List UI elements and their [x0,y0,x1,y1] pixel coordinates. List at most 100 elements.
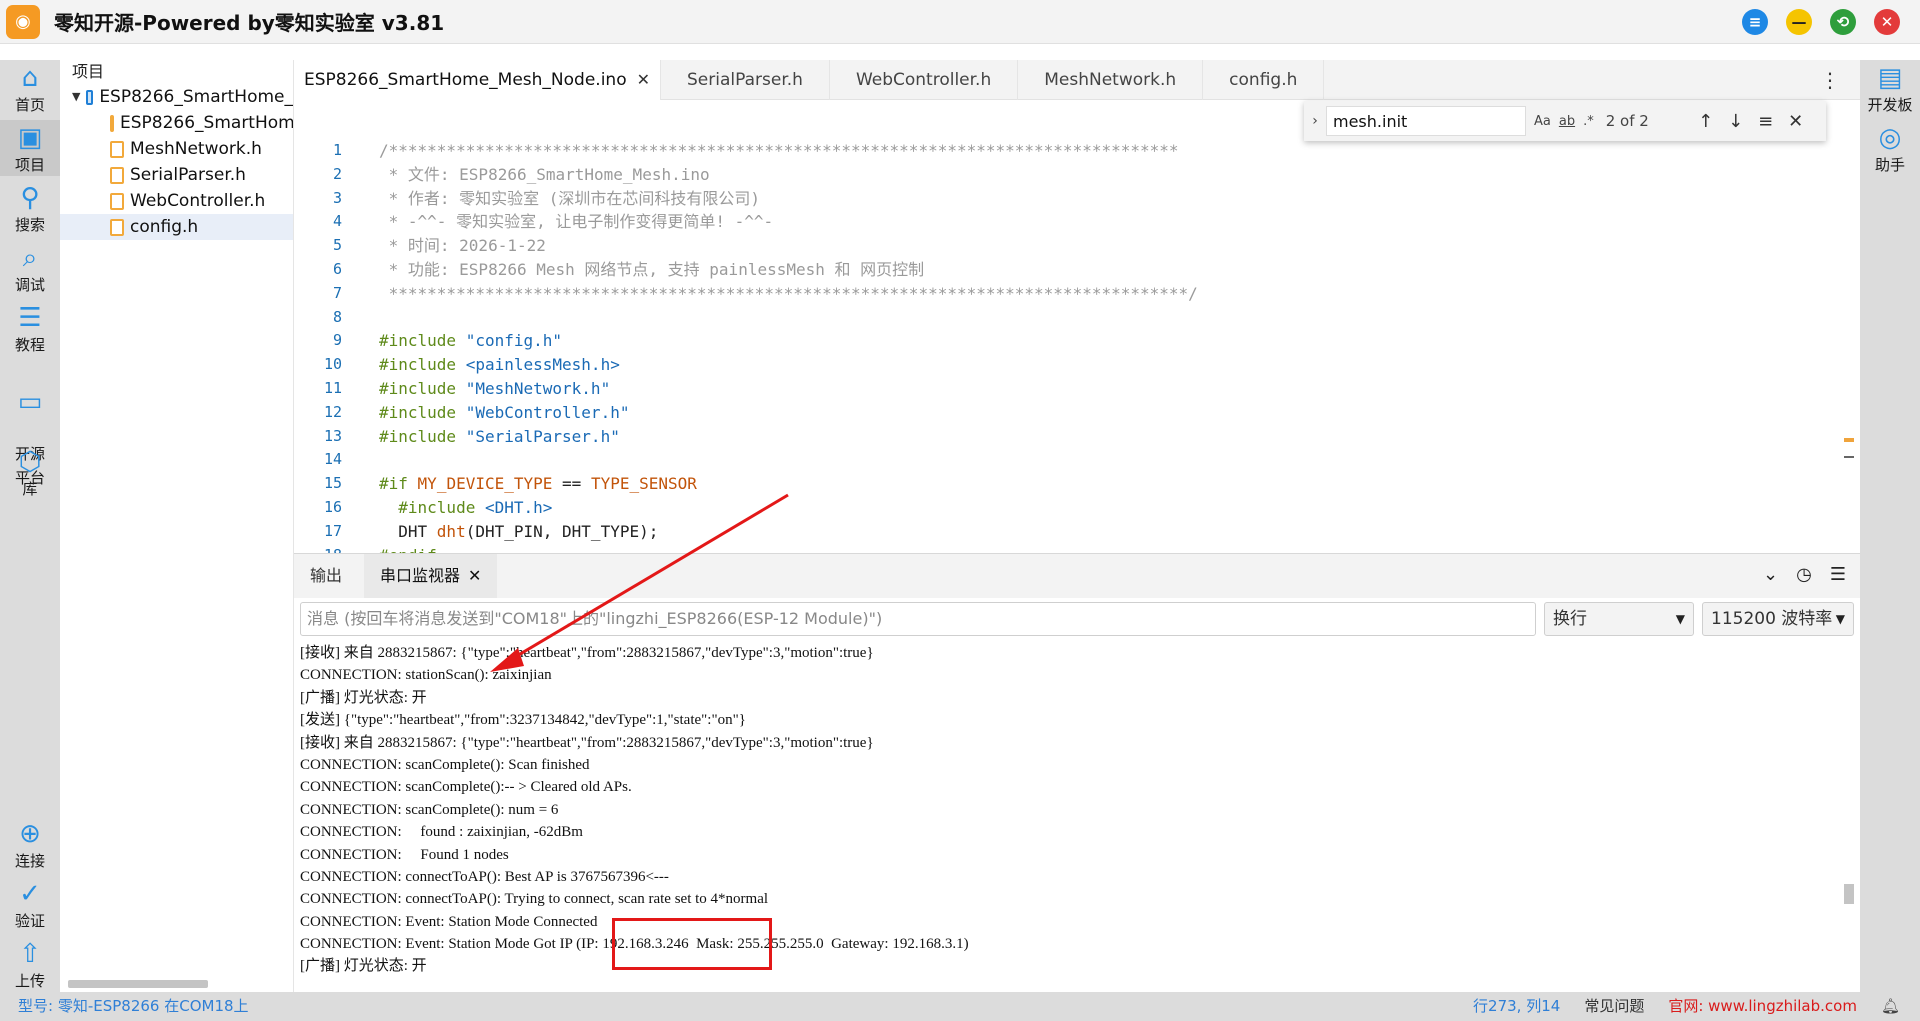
activity-tutorial[interactable]: ☰ 教程 [0,300,60,356]
line-number: 3 [332,188,342,207]
serial-scrollbar-thumb[interactable] [1844,884,1854,904]
code-line: #include "WebController.h" [379,401,1759,425]
line-number: 13 [323,426,342,445]
arrow-down-icon[interactable]: ↓ [1726,111,1746,132]
tab-meshnetwork[interactable]: MeshNetwork.h [1018,60,1204,100]
code-line: #include "MeshNetwork.h" [379,377,1759,401]
project-explorer: 项目 ▼ ESP8266_SmartHome_ ESP8266_SmartHom… [60,60,294,992]
minimize-icon[interactable]: — [1786,9,1812,35]
line-ending-select[interactable]: 换行 ▼ [1544,602,1694,636]
activity-board[interactable]: ▤ 开发板 [1860,60,1920,116]
website-link[interactable]: 官网: www.lingzhilab.com [1668,992,1857,1021]
code-keyword: #include [379,426,457,446]
right-activity-bar: ▤ 开发板 ◎ 助手 [1860,60,1920,992]
panel-tools: ⌄ ◷ ☰ [1763,564,1846,585]
serial-line: CONNECTION: found : zaixinjian, -62dBm [300,824,583,841]
line-number: 10 [323,355,342,374]
code-header: <DHT.h> [475,497,553,517]
tab-webcontroller[interactable]: WebController.h [830,60,1019,100]
activity-library[interactable]: ⬡ 库 [0,444,60,500]
code-editor[interactable]: 1 2 3 4 5 6 7 8 9 10 11 12 13 14 15 16 1… [294,101,1860,553]
activity-debug-label: 调试 [14,276,45,294]
code-line: * -^^- 零知实验室, 让电子制作变得更简单! -^^- [379,212,774,232]
code-line: * 文件: ESP8266_SmartHome_Mesh.ino [379,164,710,184]
chevron-down-icon: ▼ [1675,612,1685,626]
whole-word-toggle[interactable]: ab [1559,114,1575,129]
line-number: 2 [332,164,342,183]
board-status[interactable]: 型号: 零知-ESP8266 在COM18上 [18,992,249,1021]
code-macro: TYPE_SENSOR [590,474,697,494]
tree-file[interactable]: WebController.h [60,188,293,214]
code-text[interactable]: /***************************************… [379,139,1759,553]
line-number: 14 [323,450,342,469]
close-icon[interactable]: ✕ [1786,111,1806,132]
serial-output[interactable]: [接收] 来自 2883215867: {"type":"heartbeat",… [300,642,1840,988]
arrow-up-icon[interactable]: ↑ [1696,111,1716,132]
tab-output[interactable]: 输出 [294,554,358,598]
tab-label: SerialParser.h [687,70,803,90]
bell-icon[interactable]: 🔔︎ [1881,992,1900,1021]
code-line: #include "SerialParser.h" [379,425,1759,449]
tab-serialparser[interactable]: SerialParser.h [661,60,830,100]
website-url: www.lingzhilab.com [1708,997,1857,1015]
activity-search[interactable]: ⚲ 搜索 [0,180,60,236]
file-icon [110,218,124,236]
baud-rate-select[interactable]: 115200 波特率 ▼ [1702,602,1854,636]
activity-verify[interactable]: ✓ 验证 [0,876,60,932]
activity-home[interactable]: ⌂ 首页 [0,60,60,116]
line-number: 16 [323,497,342,516]
activity-project[interactable]: ▣ 项目 [0,120,60,176]
find-input[interactable]: mesh.init [1326,106,1526,136]
tab-label: MeshNetwork.h [1044,70,1177,90]
code-keyword: #include [379,331,457,351]
tree-folder-label: ESP8266_SmartHome_ [99,87,293,107]
menu-icon[interactable]: ≡ [1742,9,1768,35]
match-case-toggle[interactable]: Aa [1534,114,1551,129]
regex-toggle[interactable]: .* [1583,114,1594,129]
tree-file-selected[interactable]: config.h [60,214,293,240]
clear-icon[interactable]: ☰ [1830,564,1846,585]
bottom-panel: 输出 串口监视器 ✕ ⌄ ◷ ☰ 消息 (按回车将消息发送到"COM18"上的"l… [294,553,1860,992]
serial-message-input[interactable]: 消息 (按回车将消息发送到"COM18"上的"lingzhi_ESP8266(E… [300,602,1536,636]
board-icon: ▤ [1877,63,1903,93]
tree-file[interactable]: MeshNetwork.h [60,136,293,162]
close-icon[interactable]: ✕ [468,566,481,585]
close-icon[interactable]: ✕ [637,70,650,89]
editor-tabs: ESP8266_SmartHome_Mesh_Node.ino ✕ SerialP… [294,60,1860,100]
tab-config[interactable]: config.h [1203,60,1325,100]
activity-debug[interactable]: ⌕ 调试 [0,240,60,296]
activity-library-label: 库 [22,480,38,498]
more-icon[interactable]: ⋮ [1820,68,1840,92]
file-icon [110,192,124,210]
explorer-horizontal-scrollbar[interactable] [68,980,208,988]
activity-upload[interactable]: ⇧ 上传 [0,936,60,992]
activity-open-source[interactable]: ▭ 开源 平台 [0,360,60,487]
chevron-down-icon[interactable]: ▼ [72,84,80,110]
tree-file[interactable]: SerialParser.h [60,162,293,188]
serial-line: CONNECTION: Event: Station Mode Got IP (… [300,936,969,953]
find-in-selection-icon[interactable]: ≡ [1756,111,1776,132]
search-icon: ⚲ [20,183,40,213]
clock-icon[interactable]: ◷ [1796,564,1812,585]
tree-folder[interactable]: ▼ ESP8266_SmartHome_ [60,84,293,110]
tab-serial-monitor[interactable]: 串口监视器 ✕ [364,554,498,598]
cursor-position[interactable]: 行273, 列14 [1473,992,1560,1021]
activity-tutorial-label: 教程 [14,336,45,354]
chevron-right-icon[interactable]: › [1304,113,1326,129]
tree-file[interactable]: ESP8266_SmartHom [60,110,293,136]
close-icon[interactable]: ✕ [1874,9,1900,35]
tab-main-ino[interactable]: ESP8266_SmartHome_Mesh_Node.ino ✕ [294,60,662,100]
activity-connect[interactable]: ⊕ 连接 [0,816,60,872]
scrollbar-find-marker [1844,438,1854,442]
collapse-icon[interactable]: ⌄ [1763,564,1778,585]
faq-link[interactable]: 常见问题 [1584,992,1644,1021]
activity-assistant[interactable]: ◎ 助手 [1860,120,1920,176]
upload-icon: ⇧ [19,939,41,969]
restore-icon[interactable]: ⟲ [1830,9,1856,35]
line-number: 4 [332,212,342,231]
folder-icon [86,89,94,105]
line-number: 11 [323,378,342,397]
file-icon [110,114,114,132]
activity-connect-label: 连接 [14,852,45,870]
debug-icon: ⌕ [22,243,38,273]
